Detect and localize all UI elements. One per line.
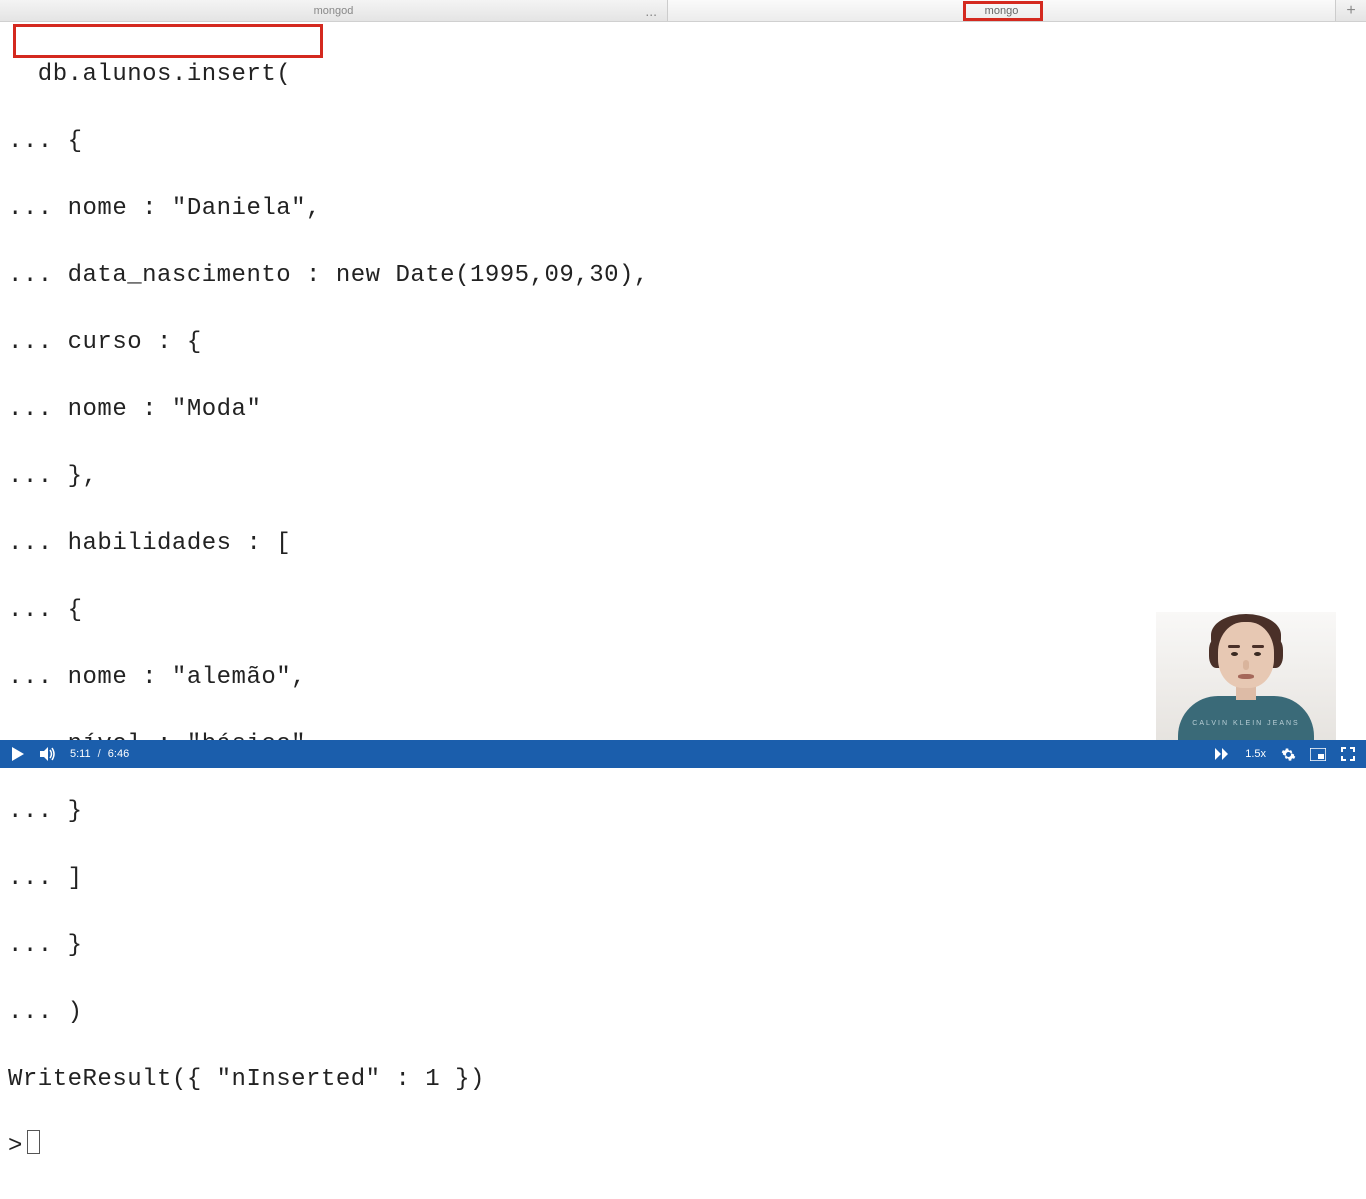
terminal-output[interactable]: db.alunos.insert( ... { ... nome : "Dani… [0, 22, 1366, 1199]
current-time: 5:11 [70, 748, 91, 760]
new-tab-button[interactable]: + [1336, 0, 1366, 21]
terminal-line: ... { [8, 125, 1358, 159]
volume-button[interactable] [40, 746, 56, 762]
terminal-line: db.alunos.insert( [8, 58, 1358, 92]
playback-speed[interactable]: 1.5x [1245, 748, 1266, 760]
pip-button[interactable] [1310, 746, 1326, 762]
terminal-line: ... ] [8, 862, 1358, 896]
terminal-line: ... ) [8, 996, 1358, 1030]
terminal-line: WriteResult({ "nInserted" : 1 }) [8, 1063, 1358, 1097]
tab-bar: mongod ... mongo + [0, 0, 1366, 22]
terminal-line: ... data_nascimento : new Date(1995,09,3… [8, 259, 1358, 293]
tab-mongod[interactable]: mongod ... [0, 0, 668, 21]
video-controls: 5:11 / 6:46 1.5x [0, 740, 1366, 768]
terminal-line: ... nome : "Daniela", [8, 192, 1358, 226]
terminal-line: ... } [8, 929, 1358, 963]
presenter-video-thumbnail: CALVIN KLEIN JEANS [1156, 612, 1336, 742]
cursor-icon [27, 1130, 40, 1154]
tab-mongo[interactable]: mongo [668, 0, 1336, 21]
time-separator: / [98, 748, 101, 760]
terminal-line: ... } [8, 795, 1358, 829]
prompt: > [8, 1133, 23, 1160]
play-button[interactable] [10, 746, 26, 762]
plus-icon: + [1346, 2, 1355, 20]
time-display: 5:11 / 6:46 [70, 748, 129, 760]
terminal-line: ... curso : { [8, 326, 1358, 360]
tab-label: mongo [985, 5, 1019, 17]
fullscreen-button[interactable] [1340, 746, 1356, 762]
terminal-line: ... habilidades : [ [8, 527, 1358, 561]
ellipsis-icon[interactable]: ... [645, 3, 657, 19]
terminal-prompt-line: > [8, 1130, 1358, 1164]
terminal-line: ... }, [8, 460, 1358, 494]
presenter-shirt-text: CALVIN KLEIN JEANS [1156, 720, 1336, 727]
settings-button[interactable] [1280, 746, 1296, 762]
terminal-line: ... nome : "Moda" [8, 393, 1358, 427]
presenter-shirt [1178, 696, 1314, 742]
tab-label: mongod [314, 5, 354, 17]
skip-button[interactable] [1215, 746, 1231, 762]
total-time: 6:46 [108, 748, 129, 760]
